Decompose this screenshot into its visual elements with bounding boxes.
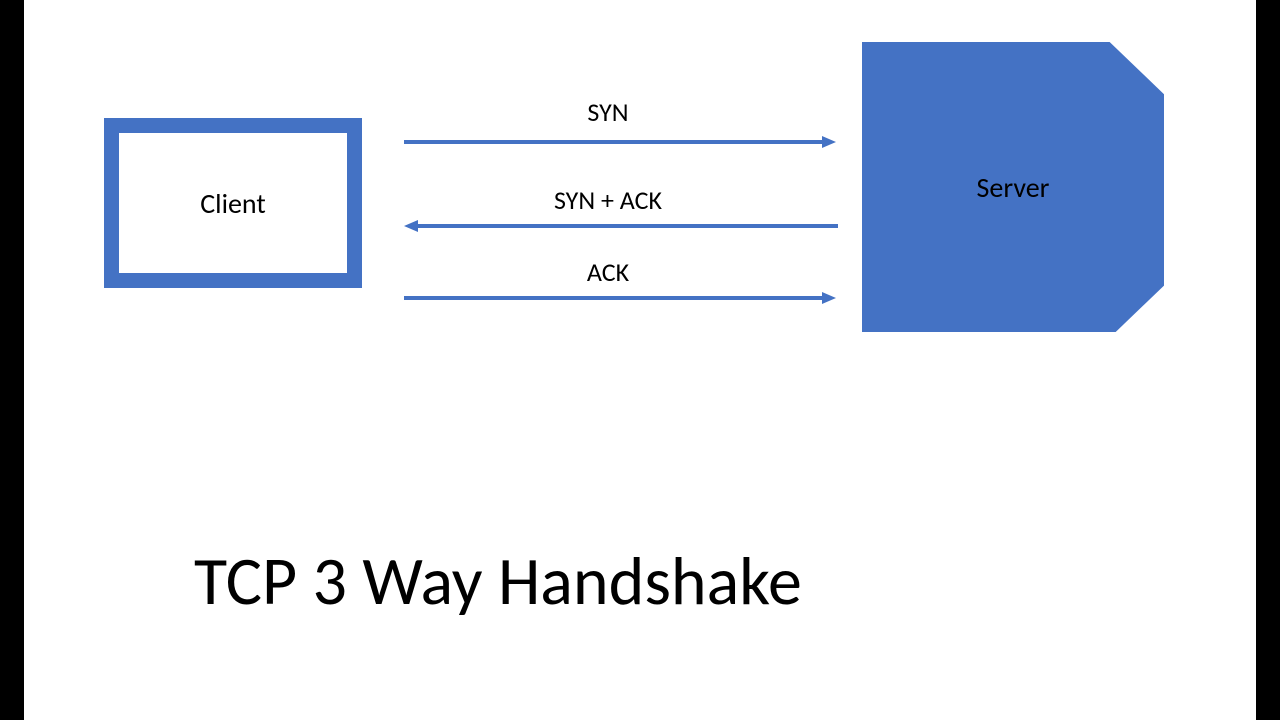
diagram-canvas: Client Server SYN SYN + ACK ACK TCP 3 Wa… [24, 0, 1256, 720]
server-label: Server [977, 170, 1050, 205]
arrow-synack [418, 224, 838, 228]
arrow-syn [404, 140, 824, 144]
server-node: Server [862, 42, 1164, 332]
arrow-label-synack: SYN + ACK [478, 184, 738, 216]
client-node: Client [104, 118, 362, 288]
arrow-right-icon [822, 292, 836, 304]
arrow-ack [404, 296, 824, 300]
arrow-label-syn: SYN [508, 96, 708, 128]
diagram-title: TCP 3 Way Handshake [194, 540, 802, 623]
client-label: Client [200, 186, 266, 221]
arrow-label-ack: ACK [508, 256, 708, 288]
arrow-left-icon [404, 220, 418, 232]
arrow-right-icon [822, 136, 836, 148]
